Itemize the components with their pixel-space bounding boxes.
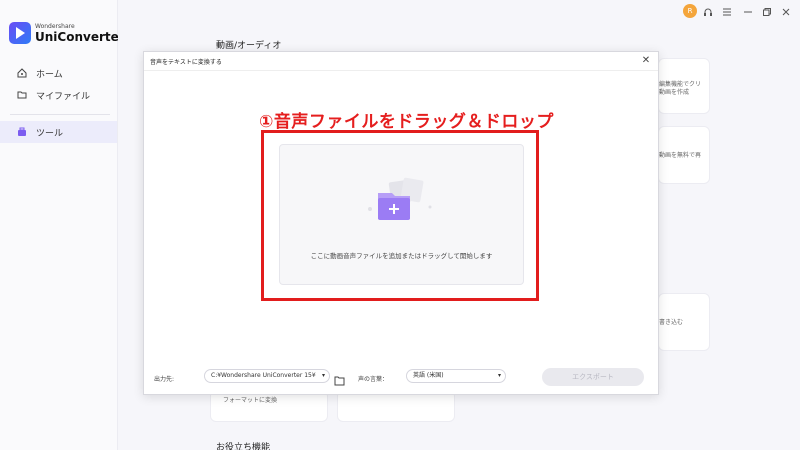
sidebar-item-label: ホーム xyxy=(36,69,63,80)
dialog-title: 音声をテキストに変換する xyxy=(150,59,222,66)
sidebar: Wondershare UniConverter ホーム マイファイル ツール xyxy=(0,0,125,450)
speech-to-text-dialog: 音声をテキストに変換する ✕ ①音声ファイルをドラッグ＆ドロップ ここに動画音声… xyxy=(143,51,659,395)
dialog-bottom-bar: 出力先: C:¥Wondershare UniConverter 15¥ ▾ 声… xyxy=(144,368,658,390)
folder-icon xyxy=(16,89,28,101)
sidebar-item-label: ツール xyxy=(36,128,64,139)
tool-card-desc: フォーマットに変換 xyxy=(223,397,278,404)
dialog-divider xyxy=(144,70,658,71)
language-value: 英語 (米国) xyxy=(413,372,444,379)
restore-icon[interactable] xyxy=(760,5,774,19)
language-label: 声の言葉： xyxy=(358,376,389,383)
sidebar-item-label: マイファイル xyxy=(36,91,91,102)
output-path-value: C:¥Wondershare UniConverter 15¥ xyxy=(211,372,316,379)
annotation-highlight-box xyxy=(261,130,539,301)
home-icon xyxy=(16,67,28,79)
chevron-down-icon: ▾ xyxy=(321,372,325,379)
app-logo: Wondershare UniConverter xyxy=(9,22,125,44)
sidebar-item-tools[interactable]: ツール xyxy=(0,121,117,143)
tool-card[interactable]: 編集機能でクリ 動画を作成 xyxy=(658,58,710,114)
sidebar-item-myfiles[interactable]: マイファイル xyxy=(0,84,117,106)
uniconverter-logo-icon xyxy=(9,22,31,44)
close-icon[interactable] xyxy=(779,5,793,19)
user-avatar[interactable]: R xyxy=(683,4,697,18)
language-select[interactable]: 英語 (米国) ▾ xyxy=(406,369,506,383)
output-label: 出力先: xyxy=(154,376,175,383)
folder-open-icon[interactable] xyxy=(334,371,346,390)
tool-card[interactable]: 動画を無料で再 xyxy=(658,126,710,184)
logo-subtitle: Wondershare xyxy=(35,22,75,30)
export-button[interactable]: エクスポート xyxy=(542,368,644,386)
dialog-close-icon[interactable]: ✕ xyxy=(640,55,652,67)
chevron-down-icon: ▾ xyxy=(497,372,501,379)
section-title: 動画/オーディオ xyxy=(216,41,282,51)
tool-card-desc: 編集機能でクリ 動画を作成 xyxy=(659,81,702,97)
menu-icon[interactable] xyxy=(720,5,734,19)
sidebar-item-home[interactable]: ホーム xyxy=(0,62,117,84)
footer-title: お役立ち機能 xyxy=(216,443,271,450)
toolbox-icon xyxy=(16,126,28,138)
logo-title: UniConverter xyxy=(35,29,125,44)
annotation-text: ①音声ファイルをドラッグ＆ドロップ xyxy=(259,112,554,132)
output-path-select[interactable]: C:¥Wondershare UniConverter 15¥ ▾ xyxy=(204,369,330,383)
tool-card[interactable]: 書き込む xyxy=(658,293,710,351)
tool-card-desc: 書き込む xyxy=(659,319,684,326)
sidebar-divider xyxy=(10,114,110,115)
minimize-icon[interactable] xyxy=(741,5,755,19)
tool-card-desc: 動画を無料で再 xyxy=(659,152,702,159)
headset-icon[interactable] xyxy=(701,5,715,19)
